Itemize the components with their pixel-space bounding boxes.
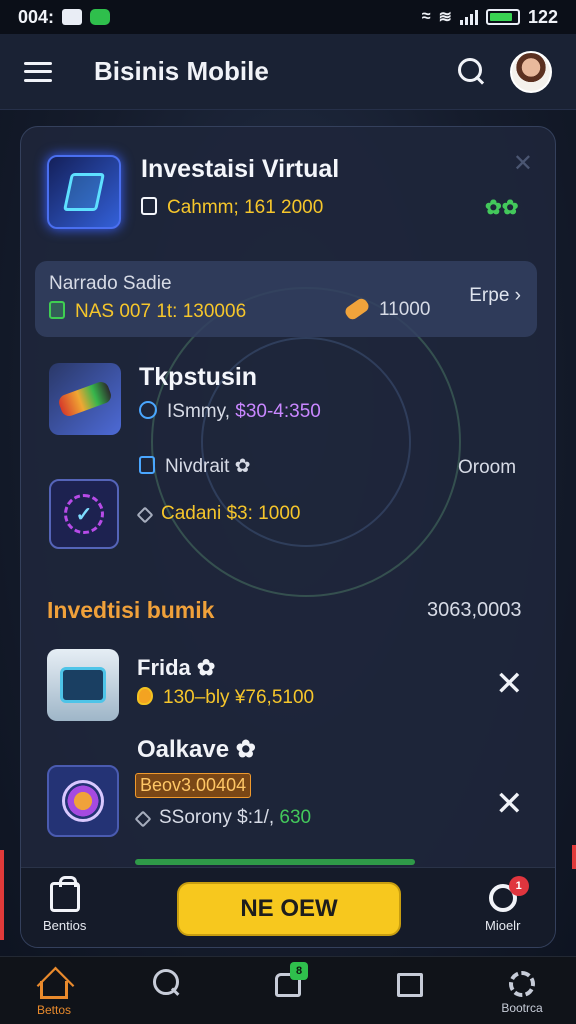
progress-bar bbox=[135, 859, 415, 865]
item-title: Nivdrait ✿ bbox=[139, 455, 251, 478]
nav-home[interactable]: Bettos bbox=[22, 967, 86, 1017]
dock-right-label: Mioelr bbox=[485, 918, 521, 933]
tkpstusin-thumbnail[interactable] bbox=[49, 363, 121, 435]
search-icon bbox=[151, 969, 181, 997]
hamburger-icon[interactable] bbox=[24, 61, 52, 82]
item-detail-text: Cadani $3: 1000 bbox=[161, 503, 301, 524]
coin-icon bbox=[139, 401, 157, 419]
virtual-investment-thumbnail[interactable] bbox=[47, 155, 121, 229]
dock-left-label: Bentios bbox=[43, 918, 87, 933]
investment-card: ✕ Investaisi Virtual Cahmm; 161 2000 ✿✿ … bbox=[20, 126, 556, 948]
item-detail: 130–bly ¥76,5100 bbox=[137, 687, 314, 709]
panel-code: NAS 007 1t: 130006 bbox=[49, 301, 246, 323]
dismiss-button[interactable]: ✕ bbox=[495, 667, 524, 701]
expand-link[interactable]: Erpe › bbox=[469, 285, 521, 307]
nav-settings[interactable]: Bootrca bbox=[490, 967, 554, 1015]
panel-count-text: 11000 bbox=[379, 299, 431, 320]
dock-left-item[interactable]: Bentios bbox=[43, 876, 87, 933]
document-icon bbox=[139, 456, 155, 474]
status-time: 004: bbox=[18, 6, 55, 27]
wallet-icon bbox=[141, 197, 157, 215]
side-accent-right bbox=[572, 845, 576, 869]
nav-wallet[interactable]: 8 bbox=[256, 962, 320, 1001]
battery-icon bbox=[485, 9, 520, 25]
bag-icon bbox=[49, 876, 80, 912]
dismiss-button[interactable]: ✕ bbox=[495, 787, 524, 821]
panel-label: Narrado Sadie bbox=[49, 273, 172, 294]
shield-icon bbox=[137, 687, 153, 705]
item-detail: ISmmy, $30-4:350 bbox=[139, 401, 321, 423]
chevron-icon bbox=[134, 810, 152, 828]
item-tag: ✿✿ bbox=[485, 197, 519, 219]
status-left: 004: bbox=[18, 6, 111, 28]
item-title: Frida ✿ bbox=[137, 655, 216, 680]
avatar[interactable] bbox=[510, 50, 552, 93]
nav-label: Bootrca bbox=[501, 1001, 543, 1015]
item-title-text: Nivdrait ✿ bbox=[165, 456, 251, 477]
notification-icon: 1 bbox=[488, 876, 529, 912]
section-title: Invedtisi bumik bbox=[47, 597, 215, 623]
dock-right-item[interactable]: 1 Mioelr bbox=[485, 876, 529, 933]
nav-search[interactable] bbox=[134, 967, 198, 1001]
new-button[interactable]: NE OEW bbox=[177, 882, 401, 936]
notification-badge: 1 bbox=[508, 876, 529, 896]
wallet-icon: 8 bbox=[275, 962, 308, 997]
status-badge: Beov3.00404 bbox=[135, 773, 252, 798]
section-total: 3063,0003 bbox=[427, 599, 522, 621]
gear-icon bbox=[509, 971, 535, 997]
item-value: Cahmm; 161 2000 bbox=[141, 197, 323, 219]
side-accent-left bbox=[0, 850, 4, 940]
home-icon bbox=[40, 981, 68, 999]
item-value-text: Cahmm; 161 2000 bbox=[167, 197, 324, 218]
item-detail-amount: $30-4:350 bbox=[235, 401, 321, 422]
status-clock: 122 bbox=[527, 6, 558, 27]
ticket-icon bbox=[49, 301, 65, 319]
search-icon[interactable] bbox=[454, 55, 488, 89]
nav-label: Bettos bbox=[36, 1003, 72, 1017]
card-dock: Bentios NE OEW 1 Mioelr bbox=[21, 867, 555, 947]
gallery-icon bbox=[62, 9, 83, 25]
item-detail-text: 130–bly ¥76,5100 bbox=[163, 687, 315, 708]
status-right: ≈ ≋ 122 bbox=[422, 7, 558, 28]
item-detail: SSorony $:1/, 630 bbox=[134, 807, 312, 829]
item-detail-label: ISmmy, bbox=[167, 401, 236, 422]
nav-tabs[interactable] bbox=[378, 967, 442, 1001]
signal-icon bbox=[459, 9, 478, 25]
frida-thumbnail[interactable] bbox=[47, 649, 119, 721]
item-side-label: Oroom bbox=[458, 457, 517, 478]
oalkave-thumbnail[interactable] bbox=[47, 765, 119, 837]
link-icon bbox=[136, 506, 154, 524]
status-panel[interactable]: Narrado Sadie NAS 007 1t: 130006 11000 E… bbox=[35, 261, 537, 337]
status-bar: 004: ≈ ≋ 122 bbox=[0, 0, 576, 34]
key-icon bbox=[343, 296, 371, 322]
item-title: Tkpstusin bbox=[139, 363, 258, 391]
app-bar: Bisinis Mobile bbox=[0, 34, 576, 110]
item-detail-prefix: SSorony $:1/, bbox=[159, 807, 275, 828]
panel-count: 11000 bbox=[343, 296, 431, 322]
app-title: Bisinis Mobile bbox=[94, 56, 269, 86]
item-title: Oalkave ✿ bbox=[137, 736, 256, 763]
panel-code-text: NAS 007 1t: 130006 bbox=[75, 301, 247, 322]
messenger-icon bbox=[90, 9, 111, 25]
item-detail-amount: 630 bbox=[274, 807, 312, 828]
close-icon[interactable]: ✕ bbox=[513, 149, 533, 178]
nav-badge: 8 bbox=[290, 962, 308, 980]
bottom-nav: Bettos 8 Bootrca bbox=[0, 956, 576, 1024]
vibrate-icon: ≈ bbox=[421, 8, 431, 25]
item-detail: Cadani $3: 1000 bbox=[136, 503, 301, 525]
item-title: Investaisi Virtual bbox=[141, 155, 340, 183]
wifi-icon: ≋ bbox=[438, 9, 452, 26]
nivdrait-thumbnail[interactable]: ✓ bbox=[49, 479, 119, 549]
square-icon bbox=[397, 973, 423, 997]
